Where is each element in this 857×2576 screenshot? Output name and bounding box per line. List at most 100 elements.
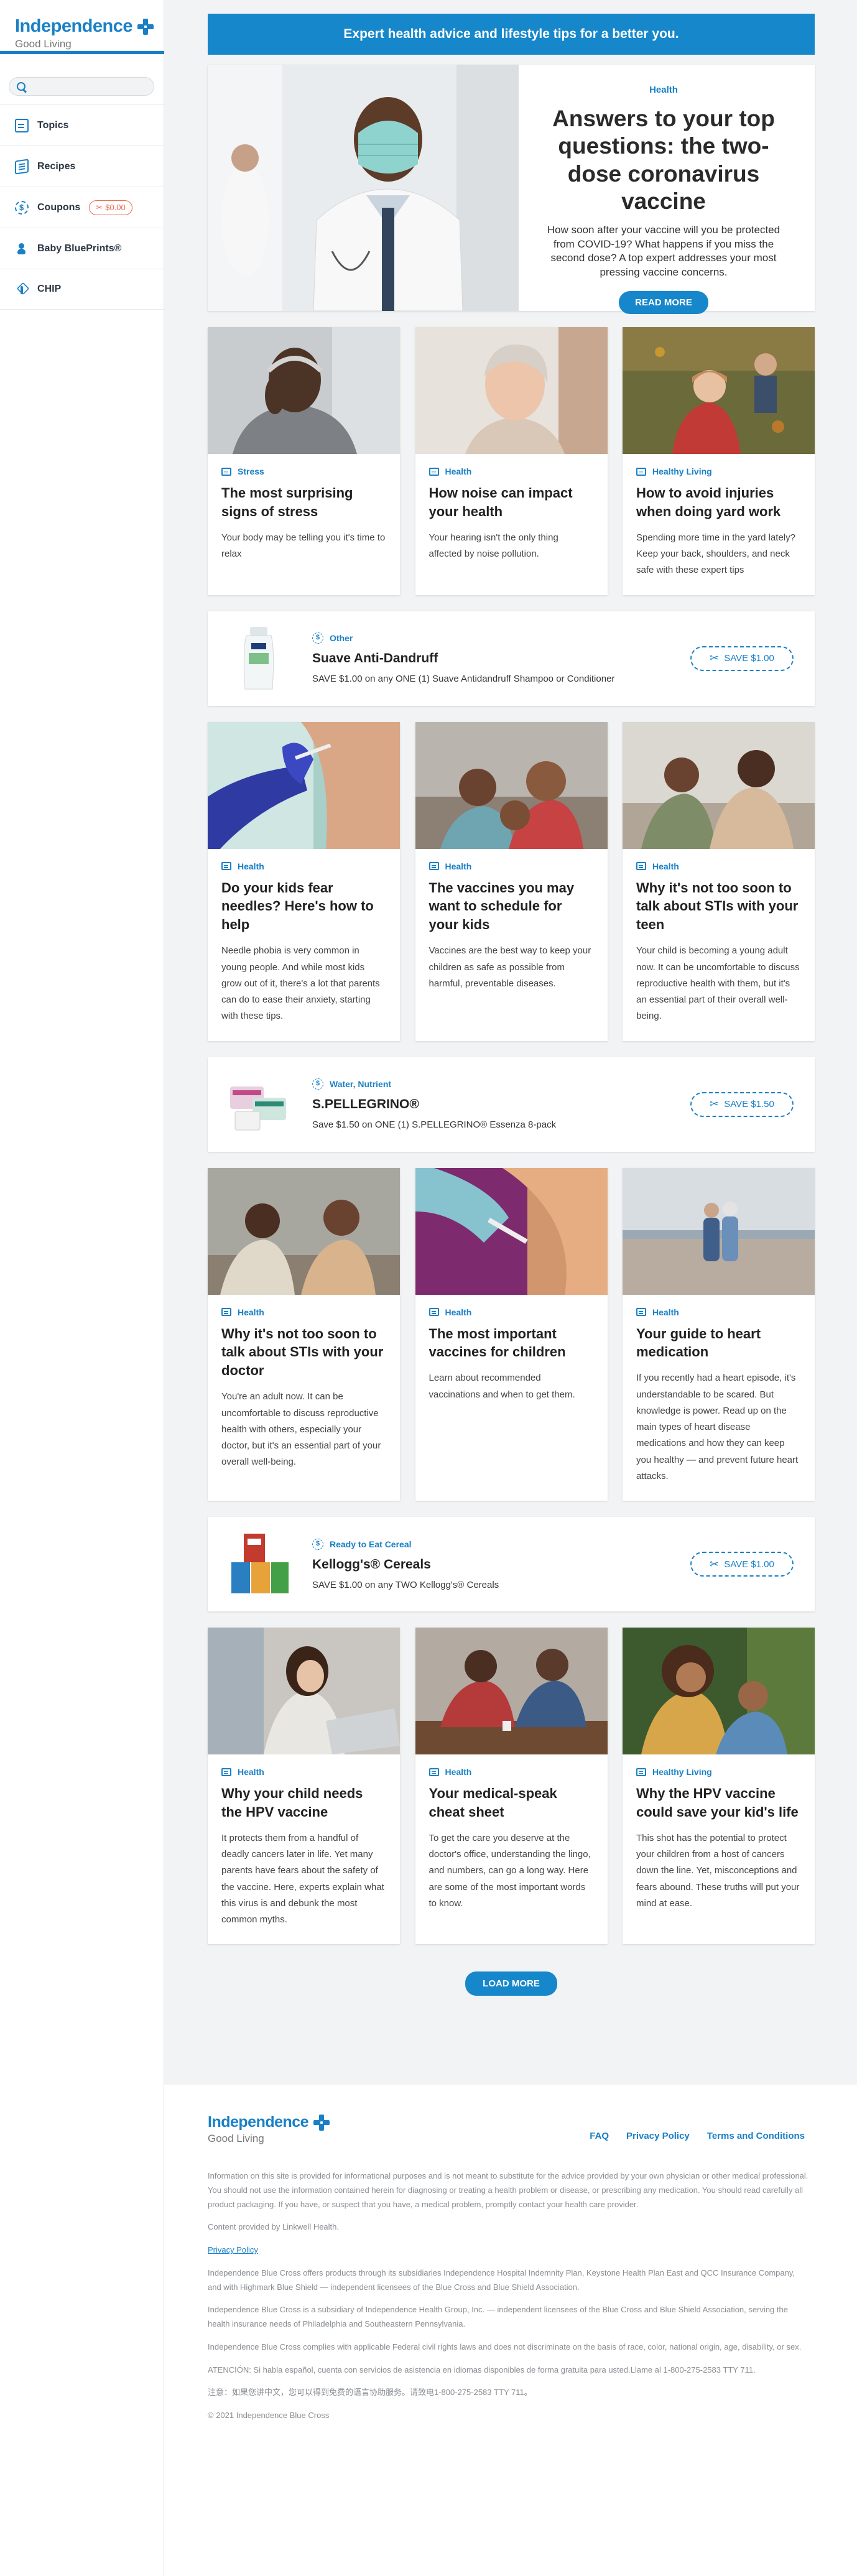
article-category[interactable]: Health <box>221 861 386 871</box>
read-more-button[interactable]: READ MORE <box>619 291 708 315</box>
coupon-dollar-icon: $ <box>312 1078 323 1090</box>
article-card[interactable]: Healthy Living How to avoid injuries whe… <box>623 327 815 595</box>
article-image[interactable] <box>415 721 608 849</box>
article-title[interactable]: How to avoid injuries when doing yard wo… <box>636 484 801 521</box>
sidebar-item-coupons[interactable]: Coupons ✂ $0.00 <box>0 187 164 228</box>
article-image[interactable] <box>623 1167 815 1295</box>
brand-logo[interactable]: Independence Good Living <box>0 0 164 50</box>
category-icon <box>428 467 439 476</box>
privacy-policy-link[interactable]: Privacy Policy <box>626 2131 690 2141</box>
article-image[interactable] <box>415 327 608 454</box>
happy-family-photo <box>415 721 608 849</box>
category-icon <box>221 467 231 476</box>
save-coupon-button[interactable]: ✂ SAVE $1.50 <box>690 1091 794 1117</box>
coupon-card[interactable]: $ Other Suave Anti-Dandruff SAVE $1.00 on… <box>208 611 815 706</box>
article-title[interactable]: Why it's not too soon to talk about STIs… <box>636 879 801 935</box>
article-card[interactable]: Health Do your kids fear needles? Here's… <box>208 721 400 1041</box>
article-category[interactable]: Health <box>636 1307 801 1317</box>
article-image[interactable] <box>208 327 400 454</box>
article-category[interactable]: Healthy Living <box>636 1767 801 1777</box>
search-input[interactable] <box>30 81 149 91</box>
footer-privacy-link[interactable]: Privacy Policy <box>208 2245 258 2254</box>
article-title[interactable]: Your medical-speak cheat sheet <box>429 1784 594 1822</box>
article-title[interactable]: Your guide to heart medication <box>636 1325 801 1362</box>
article-category[interactable]: Health <box>636 861 801 871</box>
article-row: Health Why it's not too soon to talk abo… <box>208 1167 815 1501</box>
coupon-description: SAVE $1.00 on any ONE (1) Suave Antidand… <box>312 674 615 685</box>
legal-paragraph: Independence Blue Cross offers products … <box>208 2268 795 2292</box>
article-summary: Your body may be telling you it's time t… <box>221 532 386 560</box>
article-category[interactable]: Health <box>428 466 594 476</box>
article-image[interactable] <box>208 721 400 849</box>
coupon-title[interactable]: S.PELLEGRINO® <box>312 1097 556 1112</box>
hero-image[interactable] <box>208 65 519 311</box>
article-card[interactable]: Health Your medical-speak cheat sheet To… <box>415 1628 608 1945</box>
article-card[interactable]: Healthy Living Why the HPV vaccine could… <box>623 1628 815 1945</box>
search-icon[interactable] <box>17 82 25 91</box>
article-title[interactable]: The most important vaccines for children <box>429 1325 594 1362</box>
article-card[interactable]: Health Why it's not too soon to talk abo… <box>623 721 815 1041</box>
article-title[interactable]: Do your kids fear needles? Here's how to… <box>221 879 386 935</box>
article-category[interactable]: Health <box>428 1307 594 1317</box>
blue-cross-icon <box>313 2114 330 2131</box>
sidebar-item-chip[interactable]: CHIP <box>0 269 164 310</box>
article-image[interactable] <box>208 1628 400 1755</box>
coupons-icon <box>15 200 29 215</box>
hero-text: Health Answers to your top questions: th… <box>519 65 815 315</box>
sidebar-item-recipes[interactable]: Recipes <box>0 146 164 187</box>
top-banner: Expert health advice and lifestyle tips … <box>208 14 815 55</box>
hero-topic[interactable]: Health <box>536 85 791 95</box>
article-title[interactable]: The most surprising signs of stress <box>221 484 386 521</box>
footer: Independence Good Living FAQ Privacy Pol… <box>164 2085 857 2576</box>
sidebar-item-topics[interactable]: Topics <box>0 104 164 146</box>
article-card[interactable]: Health How noise can impact your health … <box>415 327 608 595</box>
article-image[interactable] <box>208 1167 400 1295</box>
category-label: Healthy Living <box>652 1767 712 1777</box>
hero-title[interactable]: Answers to your top questions: the two-d… <box>536 105 791 216</box>
coupon-card[interactable]: $ Water, Nutrient S.PELLEGRINO® Save $1.5… <box>208 1057 815 1152</box>
article-title[interactable]: Why the HPV vaccine could save your kid'… <box>636 1784 801 1822</box>
article-category[interactable]: Health <box>221 1767 386 1777</box>
faq-link[interactable]: FAQ <box>590 2131 609 2141</box>
article-card[interactable]: Stress The most surprising signs of stre… <box>208 327 400 595</box>
coupon-balance-badge[interactable]: ✂ $0.00 <box>89 200 132 215</box>
coupon-dollar-icon: $ <box>312 1538 323 1550</box>
search-box[interactable] <box>9 77 154 96</box>
article-category[interactable]: Stress <box>221 466 386 476</box>
sidebar-item-baby-blueprints[interactable]: Baby BluePrints® <box>0 228 164 269</box>
terms-link[interactable]: Terms and Conditions <box>707 2131 805 2141</box>
article-image[interactable] <box>415 1628 608 1755</box>
save-coupon-button[interactable]: ✂ SAVE $1.00 <box>690 646 794 671</box>
coupon-title[interactable]: Kellogg's® Cereals <box>312 1557 499 1572</box>
hero-article[interactable]: Health Answers to your top questions: th… <box>208 65 815 315</box>
article-summary: Your child is becoming a young adult now… <box>636 945 800 1022</box>
article-card[interactable]: Health The vaccines you may want to sche… <box>415 721 608 1041</box>
article-card[interactable]: Health The most important vaccines for c… <box>415 1167 608 1501</box>
article-summary: If you recently had a heart episode, it'… <box>636 1373 799 1481</box>
article-title[interactable]: Why it's not too soon to talk about STIs… <box>221 1325 386 1381</box>
article-card[interactable]: Health Why your child needs the HPV vacc… <box>208 1628 400 1945</box>
coupon-title[interactable]: Suave Anti-Dandruff <box>312 651 614 666</box>
article-category[interactable]: Healthy Living <box>636 466 801 476</box>
coupon-card[interactable]: $ Ready to Eat Cereal Kellogg's® Cereals … <box>208 1517 815 1612</box>
article-image[interactable] <box>415 1167 608 1295</box>
article-title[interactable]: How noise can impact your health <box>429 484 594 521</box>
save-coupon-button[interactable]: ✂ SAVE $1.00 <box>690 1552 794 1577</box>
article-category[interactable]: Health <box>428 861 594 871</box>
footer-logo[interactable]: Independence Good Living <box>208 2113 330 2145</box>
load-more-button[interactable]: LOAD MORE <box>465 1971 557 1996</box>
yard-work-photo <box>623 327 815 454</box>
article-image[interactable] <box>623 327 815 454</box>
article-summary: Needle phobia is very common in young pe… <box>221 945 380 1022</box>
article-title[interactable]: Why your child needs the HPV vaccine <box>221 1784 386 1822</box>
article-card[interactable]: Health Why it's not too soon to talk abo… <box>208 1167 400 1501</box>
article-image[interactable] <box>623 1628 815 1755</box>
article-category[interactable]: Health <box>428 1767 594 1777</box>
article-title[interactable]: The vaccines you may want to schedule fo… <box>429 879 594 935</box>
save-label: SAVE $1.50 <box>724 1099 774 1110</box>
doctor-photo <box>208 65 519 311</box>
article-card[interactable]: Health Your guide to heart medication If… <box>623 1167 815 1501</box>
article-category[interactable]: Health <box>221 1307 386 1317</box>
article-image[interactable] <box>623 721 815 849</box>
article-summary: Vaccines are the best way to keep your c… <box>428 945 591 989</box>
